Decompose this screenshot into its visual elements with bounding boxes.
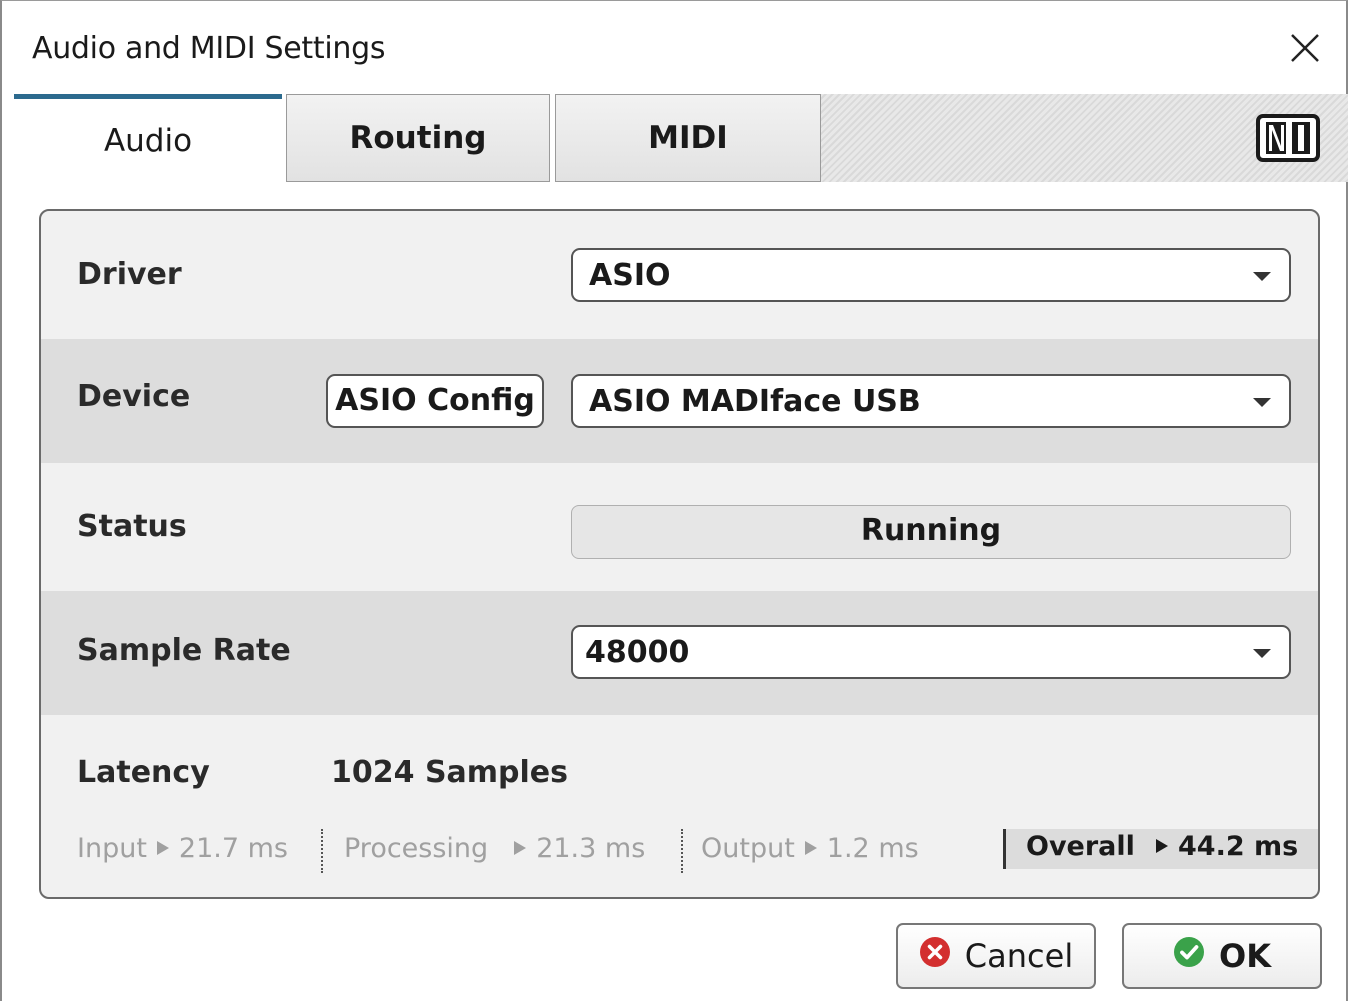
driver-row: Driver ASIO [41, 211, 1318, 339]
ok-button[interactable]: OK [1122, 923, 1322, 989]
device-label: Device [77, 379, 191, 414]
latency-processing: Processing 21.3 ms [344, 833, 646, 864]
cancel-button[interactable]: Cancel [896, 923, 1096, 989]
title-bar: Audio and MIDI Settings [2, 1, 1346, 93]
play-arrow-icon [804, 840, 817, 855]
close-icon[interactable] [1282, 25, 1328, 71]
ni-logo-icon [1256, 112, 1322, 164]
divider [321, 829, 323, 873]
tab-audio[interactable]: Audio [14, 94, 282, 182]
latency-label: Latency [77, 755, 210, 790]
chevron-down-icon [1253, 649, 1271, 658]
status-display: Running [571, 505, 1291, 559]
status-row: Status Running [41, 463, 1318, 591]
latency-input: Input 21.7 ms [77, 833, 288, 864]
window-title: Audio and MIDI Settings [32, 31, 386, 66]
asio-config-button[interactable]: ASIO Config [326, 374, 544, 428]
overall-label: Overall [1026, 831, 1135, 862]
status-label: Status [77, 509, 187, 544]
driver-select[interactable]: ASIO [571, 248, 1291, 302]
settings-dialog: Audio and MIDI Settings Audio Routing MI… [0, 0, 1348, 1001]
sample-rate-select[interactable]: 48000 [571, 625, 1291, 679]
sample-rate-row: Sample Rate 48000 [41, 591, 1318, 715]
cancel-label: Cancel [964, 937, 1074, 975]
latency-overall: Overall 44.2 ms [1003, 829, 1318, 869]
overall-value-wrap: 44.2 ms [1146, 831, 1298, 862]
latency-value: 1024 Samples [331, 755, 569, 790]
ok-label: OK [1219, 937, 1271, 975]
latency-output: Output 1.2 ms [701, 833, 919, 864]
play-arrow-icon [514, 840, 527, 855]
tab-strip: Audio Routing MIDI [14, 94, 1348, 184]
chevron-down-icon [1253, 398, 1271, 407]
driver-value: ASIO [589, 258, 671, 293]
driver-label: Driver [77, 257, 182, 292]
device-row: Device ASIO Config ASIO MADIface USB [41, 339, 1318, 463]
chevron-down-icon [1253, 272, 1271, 281]
latency-breakdown: Input 21.7 ms Processing 21.3 ms Output 1.2… [77, 829, 1318, 873]
device-value: ASIO MADIface USB [589, 384, 921, 419]
play-arrow-icon [1156, 838, 1168, 853]
sample-rate-label: Sample Rate [77, 633, 291, 668]
sample-rate-value: 48000 [585, 635, 690, 670]
cancel-icon [919, 936, 951, 976]
device-select[interactable]: ASIO MADIface USB [571, 374, 1291, 428]
tab-midi[interactable]: MIDI [555, 94, 821, 182]
play-arrow-icon [156, 840, 169, 855]
tab-routing[interactable]: Routing [286, 94, 550, 182]
check-icon [1173, 936, 1205, 976]
audio-settings-panel: Driver ASIO Device ASIO Config ASIO MADI… [39, 209, 1320, 899]
divider [681, 829, 683, 873]
